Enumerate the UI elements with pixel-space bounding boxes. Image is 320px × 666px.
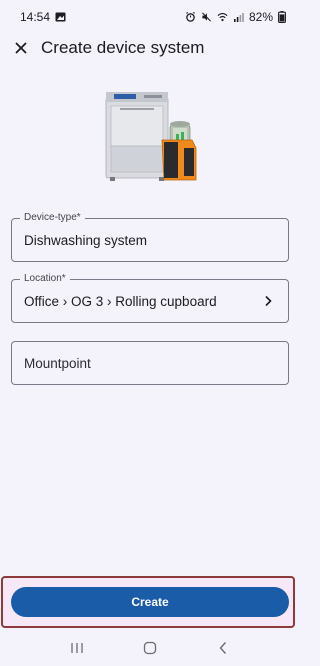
wifi-icon [217,12,228,22]
device-system-image [105,92,197,181]
device-type-label: Device-type* [20,212,85,224]
status-left: 14:54 [20,10,66,24]
recent-apps-button[interactable] [57,633,97,663]
mute-icon [201,12,211,22]
back-icon [219,642,227,654]
status-bar: 14:54 82% [0,0,300,34]
alarm-icon [186,12,195,22]
create-button[interactable]: Create [11,587,289,617]
back-button[interactable] [203,633,243,663]
mountpoint-field[interactable]: Mountpoint [11,341,289,385]
status-right: 82% [185,10,286,24]
recent-apps-icon [71,643,83,653]
system-nav-bar [0,630,300,666]
battery-percent: 82% [248,10,273,24]
signal-icon [233,13,244,22]
device-type-field[interactable]: Device-type* Dishwashing system [11,212,289,262]
app-bar: Create device system [0,34,300,62]
home-button[interactable] [130,633,170,663]
status-time: 14:54 [20,10,51,24]
chevron-right-icon [265,295,272,307]
location-value: Office › OG 3 › Rolling cupboard [24,293,217,309]
home-icon [143,641,157,655]
close-button[interactable] [10,37,32,59]
location-label: Location* [20,273,70,285]
close-icon [15,42,27,54]
gallery-notification-icon [55,12,66,22]
battery-icon [278,11,286,23]
device-type-value: Dishwashing system [24,232,148,248]
mountpoint-placeholder: Mountpoint [24,355,91,371]
location-field[interactable]: Location* Office › OG 3 › Rolling cupboa… [11,273,289,323]
page-title: Create device system [41,38,205,57]
